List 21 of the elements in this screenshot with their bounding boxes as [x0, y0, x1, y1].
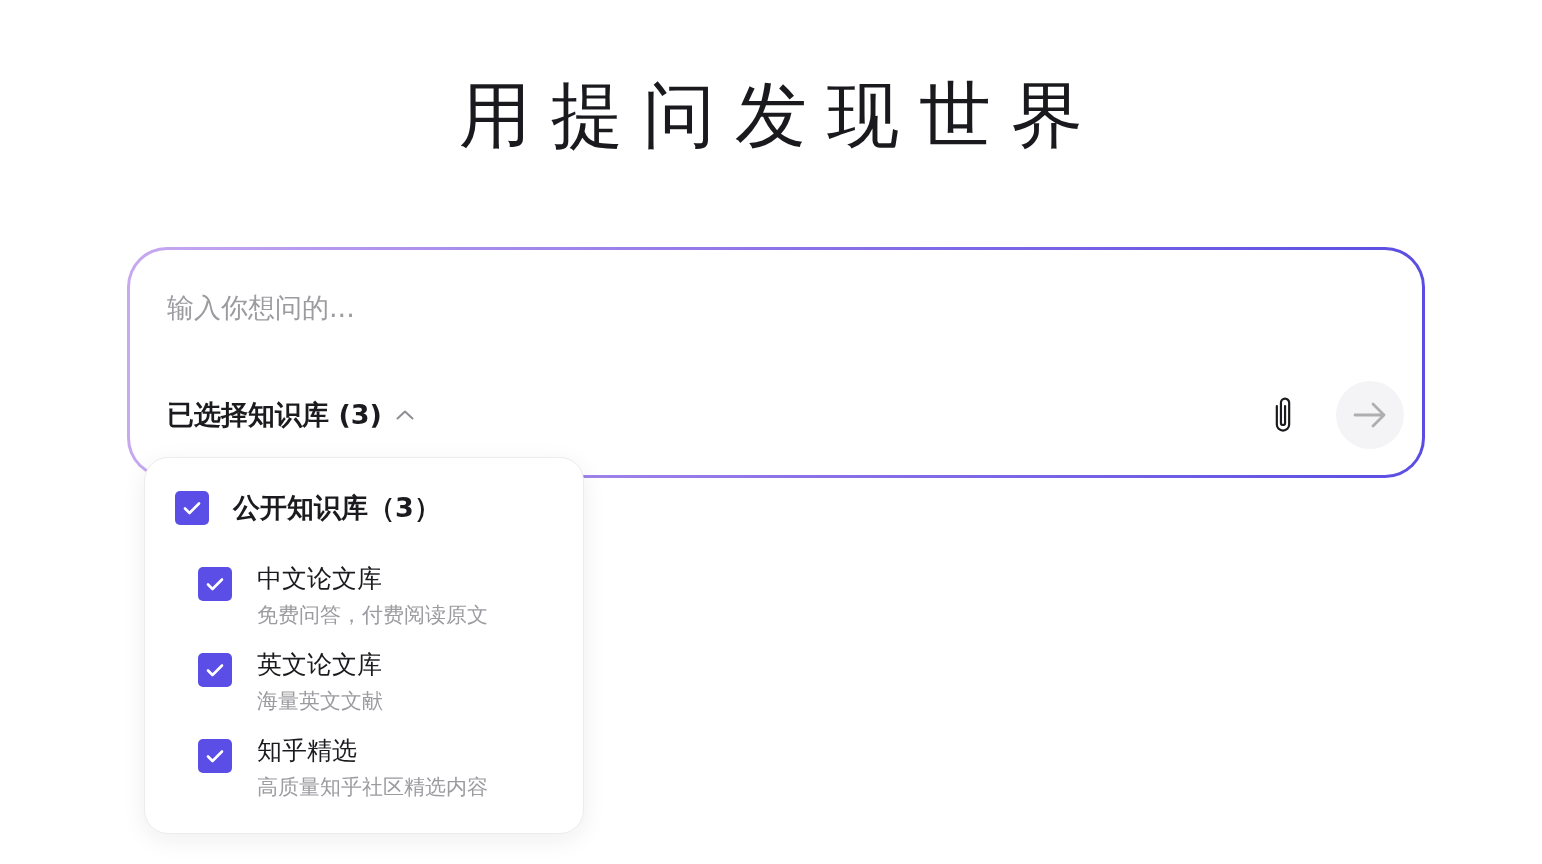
- library-label: 知乎精选: [257, 735, 358, 767]
- check-icon: [206, 749, 224, 763]
- checkbox[interactable]: [198, 653, 232, 687]
- check-icon: [206, 663, 224, 677]
- question-input[interactable]: 输入你想问的...: [167, 287, 1367, 327]
- arrow-right-icon: [1353, 402, 1387, 428]
- paperclip-icon: [1274, 396, 1292, 434]
- checkbox[interactable]: [175, 491, 209, 525]
- check-icon: [206, 577, 224, 591]
- group-label: 公开知识库（3）: [233, 491, 441, 525]
- checkbox[interactable]: [198, 567, 232, 601]
- checkbox[interactable]: [198, 739, 232, 773]
- library-description: 免费问答，付费阅读原文: [257, 602, 488, 629]
- library-description: 海量英文文献: [257, 688, 383, 715]
- knowledge-selector[interactable]: 已选择知识库 (3): [167, 397, 414, 433]
- library-label: 英文论文库: [257, 649, 383, 681]
- chevron-up-icon: [395, 410, 414, 420]
- library-label: 中文论文库: [257, 563, 383, 595]
- check-icon: [183, 501, 201, 515]
- library-description: 高质量知乎社区精选内容: [257, 774, 488, 801]
- page-title: 用提问发现世界: [458, 72, 1103, 158]
